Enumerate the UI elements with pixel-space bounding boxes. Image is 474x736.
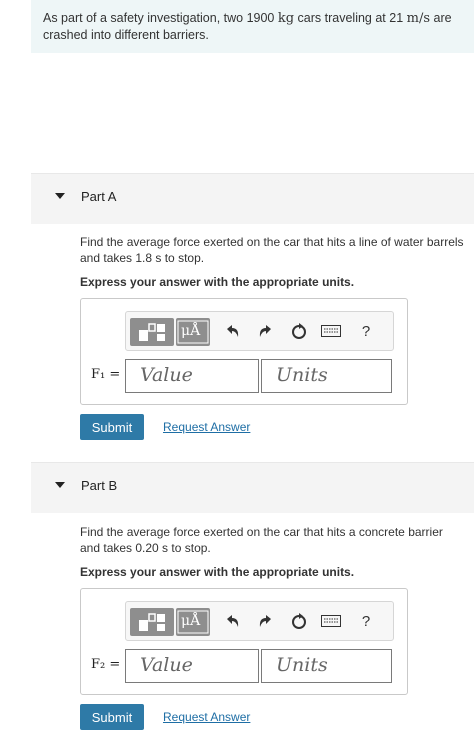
collapse-triangle-icon[interactable] [55,482,65,488]
reset-button[interactable] [287,319,311,343]
math-toolbar: μÅ ? [125,601,394,641]
reset-icon [292,613,306,629]
units-input[interactable]: Units [261,359,392,393]
undo-button[interactable] [220,319,244,343]
templates-button[interactable] [130,318,174,346]
help-icon: ? [361,322,371,340]
intro-text-1: As part of a safety investigation, two 1… [43,11,278,25]
part-b-answer-box: μÅ ? F₂ = Value Units [80,588,408,695]
help-icon: ? [361,612,371,630]
keyboard-icon [321,325,341,337]
problem-statement: As part of a safety investigation, two 1… [43,10,463,44]
units-input[interactable]: Units [261,649,392,683]
part-a-answer-box: μÅ ? F₁ = Value Units [80,298,408,405]
help-button[interactable]: ? [354,609,378,633]
undo-icon [227,325,239,337]
collapse-triangle-icon[interactable] [55,193,65,199]
templates-icon [139,323,165,341]
keyboard-icon [321,615,341,627]
math-toolbar: μÅ ? [125,311,394,351]
redo-icon [259,615,271,627]
speed-unit: m/s [406,11,431,26]
units-button[interactable]: μÅ [176,318,210,346]
reset-button[interactable] [287,609,311,633]
templates-icon [139,613,165,631]
part-a-question: Find the average force exerted on the ca… [80,235,464,265]
part-a-header[interactable]: Part A [31,173,474,224]
value-input[interactable]: Value [125,649,259,683]
redo-icon [259,325,271,337]
part-a-title: Part A [81,189,117,204]
part-b-instruction: Express your answer with the appropriate… [80,565,355,579]
keyboard-button[interactable] [319,609,343,633]
request-answer-link[interactable]: Request Answer [163,420,250,434]
part-b-header[interactable]: Part B [31,462,474,513]
help-button[interactable]: ? [354,319,378,343]
request-answer-link[interactable]: Request Answer [163,710,250,724]
reset-icon [292,323,306,339]
units-label: μÅ [181,323,201,339]
submit-button[interactable]: Submit [80,704,144,730]
submit-button[interactable]: Submit [80,414,144,440]
part-b-title: Part B [81,478,118,493]
redo-button[interactable] [254,609,278,633]
part-b-question: Find the average force exerted on the ca… [80,525,443,555]
force-variable-label: F₁ = [91,367,121,382]
templates-button[interactable] [130,608,174,636]
units-label: μÅ [181,613,201,629]
units-button[interactable]: μÅ [176,608,210,636]
undo-button[interactable] [220,609,244,633]
force-variable-label: F₂ = [91,657,121,672]
mass-unit: kg [277,11,295,26]
value-input[interactable]: Value [125,359,259,393]
intro-text-2: cars traveling at 21 [294,11,407,25]
keyboard-button[interactable] [319,319,343,343]
problem-intro: As part of a safety investigation, two 1… [31,0,474,53]
part-a-instruction: Express your answer with the appropriate… [80,275,355,289]
undo-icon [227,615,239,627]
redo-button[interactable] [254,319,278,343]
